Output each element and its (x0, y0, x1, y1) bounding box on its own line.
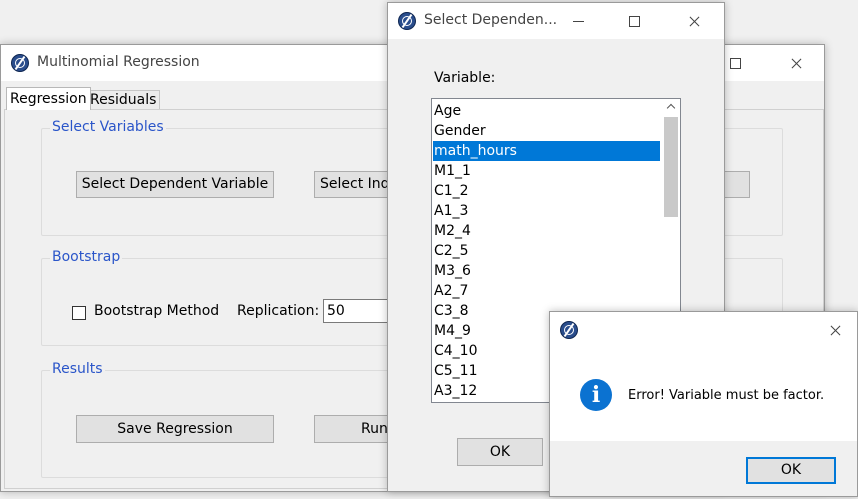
app-icon (560, 321, 578, 339)
variable-label: Variable: (434, 70, 496, 86)
variable-list-item[interactable]: A2_7 (433, 281, 660, 301)
variable-list-item[interactable]: M2_4 (433, 221, 660, 241)
variable-list-item[interactable]: M3_6 (433, 261, 660, 281)
scroll-up-icon[interactable] (666, 101, 676, 111)
close-icon[interactable] (773, 45, 819, 81)
variable-list-item[interactable]: A1_3 (433, 201, 660, 221)
error-ok-button[interactable]: OK (746, 457, 836, 484)
tab-residuals-label: Residuals (90, 92, 157, 108)
select-dialog-titlebar[interactable]: Select Dependen... (388, 3, 724, 39)
bootstrap-method-checkbox[interactable] (72, 306, 86, 320)
replication-label: Replication: (237, 303, 320, 319)
variable-list-item[interactable]: C1_2 (433, 181, 660, 201)
select-dependent-button[interactable]: Select Dependent Variable (76, 171, 274, 198)
variable-list-item[interactable]: Gender (433, 121, 660, 141)
error-dialog: i Error! Variable must be factor. OK (549, 311, 858, 497)
select-dialog-title: Select Dependen... (424, 12, 558, 28)
variable-list-item[interactable]: M1_1 (433, 161, 660, 181)
main-window-title: Multinomial Regression (37, 54, 200, 70)
run-button[interactable]: Run (314, 415, 394, 443)
bootstrap-label: Bootstrap (50, 249, 123, 265)
error-dialog-titlebar[interactable] (550, 312, 857, 348)
bootstrap-method-label: Bootstrap Method (94, 303, 220, 319)
tab-residuals[interactable]: Residuals (86, 90, 161, 110)
close-icon[interactable] (812, 312, 858, 348)
app-icon (398, 12, 416, 30)
variable-list-item[interactable]: C2_5 (433, 241, 660, 261)
error-message-body: i Error! Variable must be factor. (550, 348, 857, 441)
select-variables-label: Select Variables (50, 119, 166, 135)
close-icon[interactable] (671, 3, 717, 39)
error-dialog-footer: OK (550, 441, 857, 496)
error-message-text: Error! Variable must be factor. (628, 388, 825, 403)
tab-regression-label: Regression (10, 91, 87, 107)
select-ok-button[interactable]: OK (457, 438, 543, 466)
results-label: Results (50, 361, 105, 377)
maximize-icon[interactable] (612, 3, 658, 39)
app-icon (11, 54, 29, 72)
info-icon: i (580, 379, 612, 411)
tab-regression[interactable]: Regression (6, 87, 91, 110)
scroll-thumb[interactable] (664, 117, 678, 217)
save-regression-button[interactable]: Save Regression (76, 415, 274, 443)
variable-list-item[interactable]: Age (433, 101, 660, 121)
variable-list-item[interactable]: math_hours (433, 141, 660, 161)
replication-input[interactable]: 50 (323, 299, 393, 323)
minimize-icon[interactable] (556, 3, 602, 39)
